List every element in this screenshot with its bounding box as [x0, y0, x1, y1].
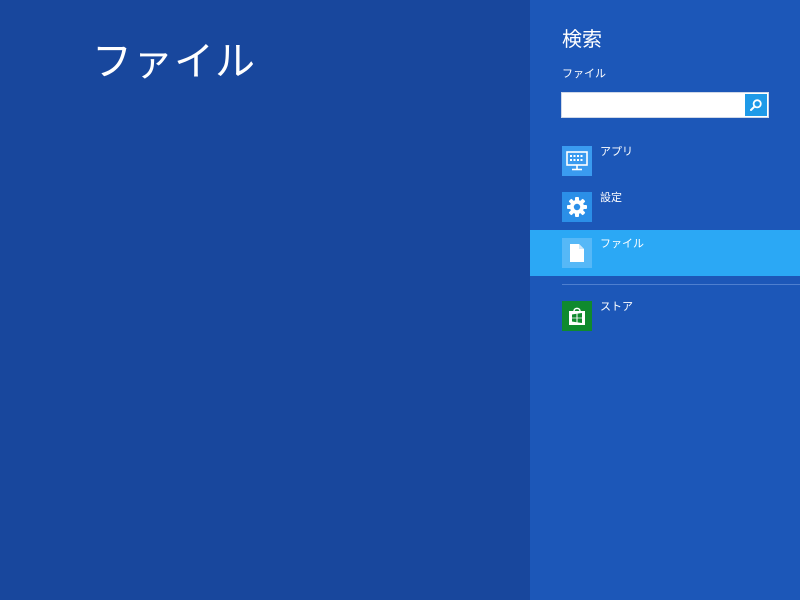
charm-item-files[interactable]: ファイル [530, 230, 800, 276]
charm-item-label: アプリ [600, 145, 633, 158]
charm-item-label: ストア [600, 300, 633, 313]
charm-title: 検索 [562, 27, 602, 51]
store-icon [562, 301, 592, 331]
charm-item-store[interactable]: ストア [530, 293, 800, 339]
file-icon [562, 238, 592, 268]
search-box [561, 92, 769, 118]
search-input[interactable] [562, 93, 744, 117]
search-button[interactable] [745, 94, 767, 116]
search-icon [750, 99, 762, 111]
start-screen: ファイル 検索 ファイル アプリ 設定 ファイル ストア [0, 0, 800, 600]
apps-icon [562, 146, 592, 176]
divider [562, 284, 800, 285]
charm-item-settings[interactable]: 設定 [530, 184, 800, 230]
search-scope-label: ファイル [562, 67, 606, 80]
charm-item-label: ファイル [600, 237, 644, 250]
charm-item-label: 設定 [600, 191, 622, 204]
page-title: ファイル [92, 39, 256, 85]
search-charm-pane: 検索 ファイル アプリ 設定 ファイル ストア [530, 0, 800, 600]
settings-gear-icon [562, 192, 592, 222]
charm-item-apps[interactable]: アプリ [530, 138, 800, 184]
